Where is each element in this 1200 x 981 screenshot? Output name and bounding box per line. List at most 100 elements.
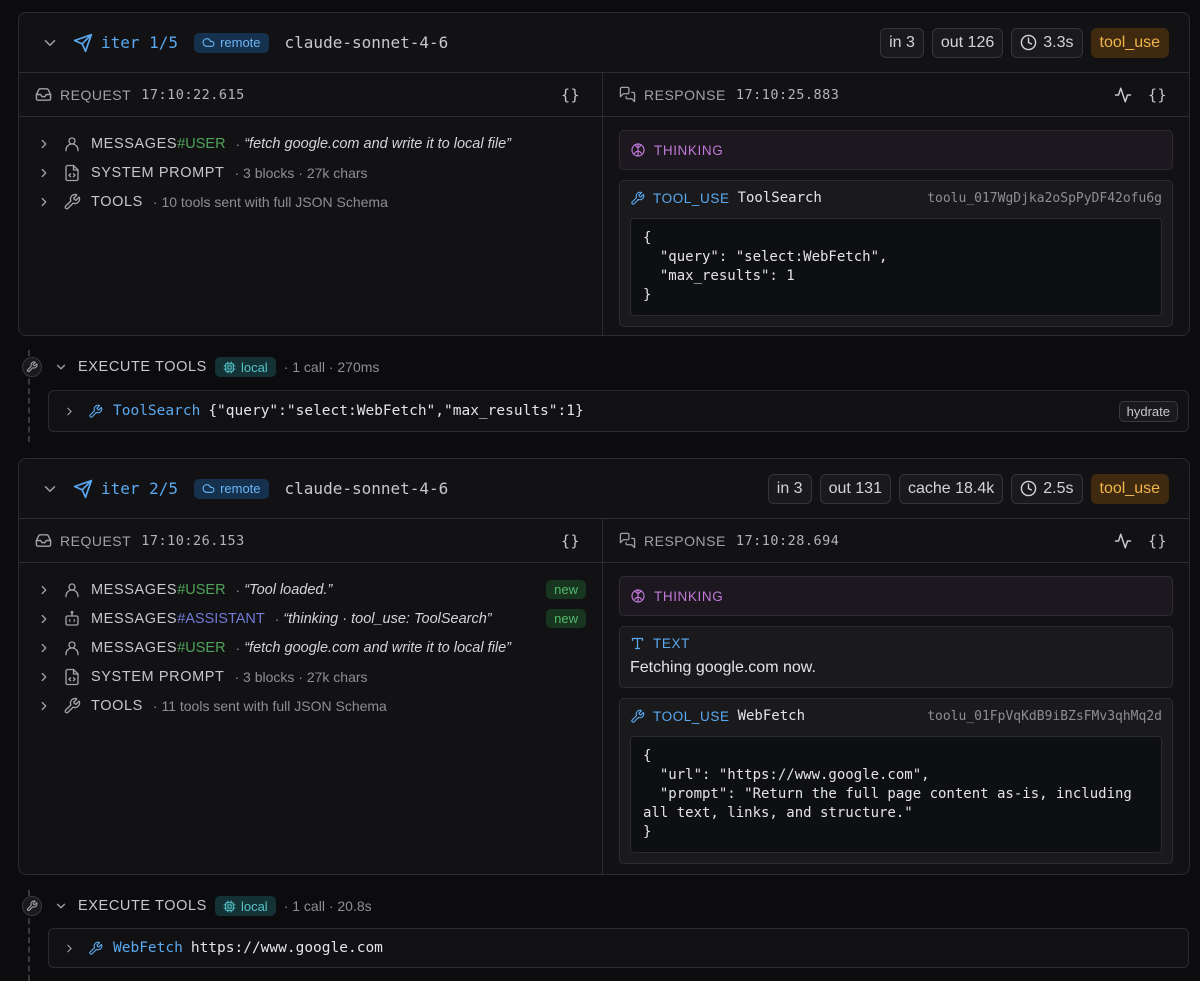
request-row-messages[interactable]: MESSAGES #USER · “fetch google.com and w… (37, 633, 586, 662)
row-separator: · (235, 135, 241, 152)
input-tokens-stat: in 3 (880, 27, 924, 58)
iteration-header[interactable]: iter 2/5 remote claude-sonnet-4-6 in 3 o… (19, 459, 1189, 519)
row-meta: · 3 blocks · 27k chars (234, 164, 368, 181)
text-block: TEXT Fetching google.com now. (619, 626, 1173, 688)
tool-call-row[interactable]: WebFetch https://www.google.com (48, 928, 1189, 968)
inbox-icon (35, 88, 52, 101)
tool-use-tag: TOOL_USE (653, 708, 730, 724)
thinking-block[interactable]: THINKING (619, 576, 1173, 616)
tool-input-json: { "query": "select:WebFetch", "max_resul… (630, 218, 1162, 316)
row-meta: · 10 tools sent with full JSON Schema (152, 193, 388, 210)
row-label: TOOLS (91, 697, 143, 714)
tool-call-args: {"query":"select:WebFetch","max_results"… (208, 403, 584, 419)
message-preview: “thinking · tool_use: ToolSearch” (283, 610, 492, 627)
request-row-messages[interactable]: MESSAGES #USER · “fetch google.com and w… (37, 129, 586, 158)
wrench-icon (64, 193, 81, 209)
new-badge: new (546, 609, 586, 628)
cloud-icon (202, 38, 215, 47)
request-row-messages[interactable]: MESSAGES #USER · “Tool loaded.” new (37, 575, 586, 604)
wrench-icon (26, 900, 38, 912)
request-row-tools[interactable]: TOOLS · 11 tools sent with full JSON Sch… (37, 691, 586, 720)
tool-use-block: TOOL_USE ToolSearch toolu_017WgDjka2oSpP… (619, 180, 1173, 327)
request-header: REQUEST 17:10:26.153 {} (19, 519, 602, 563)
request-row-system-prompt[interactable]: SYSTEM PROMPT · 3 blocks · 27k chars (37, 662, 586, 691)
model-name: claude-sonnet-4-6 (284, 479, 449, 498)
hydrate-badge[interactable]: hydrate (1118, 400, 1178, 422)
tool-input-json: { "url": "https://www.google.com", "prom… (630, 736, 1162, 853)
chevron-down-icon[interactable] (41, 480, 59, 498)
duration-value: 2.5s (1043, 479, 1074, 497)
wrench-icon (26, 361, 38, 373)
thinking-block[interactable]: THINKING (619, 130, 1173, 170)
request-row-system-prompt[interactable]: SYSTEM PROMPT · 3 blocks · 27k chars (37, 158, 586, 187)
stop-reason-badge: tool_use (1090, 473, 1169, 504)
request-timestamp: 17:10:26.153 (141, 532, 245, 549)
row-separator: · (235, 581, 241, 598)
file-code-icon (65, 668, 79, 685)
execute-tools-header[interactable]: EXECUTE TOOLS local · 1 call · 20.8s (22, 894, 372, 918)
chevron-right-icon (41, 614, 47, 623)
execute-meta: · 1 call · 270ms (283, 359, 380, 375)
iteration-card-2: iter 2/5 remote claude-sonnet-4-6 in 3 o… (18, 458, 1190, 875)
row-label: MESSAGES (91, 639, 178, 656)
send-icon (73, 479, 93, 498)
bot-icon (65, 610, 79, 626)
brain-icon (631, 143, 645, 157)
tool-call-args: https://www.google.com (190, 940, 383, 956)
request-row-messages[interactable]: MESSAGES #ASSISTANT · “thinking · tool_u… (37, 604, 586, 633)
raw-json-button[interactable]: {} (1148, 532, 1167, 550)
chevron-down-icon[interactable] (54, 360, 68, 374)
activity-icon[interactable] (1114, 86, 1132, 104)
response-header: RESPONSE 17:10:25.883 {} (603, 73, 1189, 117)
iteration-header[interactable]: iter 1/5 remote claude-sonnet-4-6 in 3 o… (19, 13, 1189, 73)
local-badge: local (214, 357, 276, 377)
tool-call-name: ToolSearch (113, 403, 201, 419)
remote-badge-label: remote (220, 481, 261, 496)
new-badge: new (546, 580, 586, 599)
execute-tools-title: EXECUTE TOOLS (78, 359, 207, 375)
raw-json-button[interactable]: {} (1148, 86, 1167, 104)
message-preview: “fetch google.com and write it to local … (244, 639, 511, 656)
duration-stat: 2.5s (1011, 473, 1083, 504)
execute-tools-title: EXECUTE TOOLS (78, 898, 207, 914)
brain-icon (631, 589, 645, 603)
response-timestamp: 17:10:28.694 (735, 532, 840, 549)
remote-badge-label: remote (220, 35, 261, 50)
role-tag: #ASSISTANT (177, 610, 265, 627)
iteration-label: iter 1/5 (101, 33, 179, 52)
local-badge-label: local (240, 359, 268, 375)
tool-name: WebFetch (737, 708, 806, 724)
raw-json-button[interactable]: {} (561, 86, 580, 104)
tool-use-id: toolu_017WgDjka2oSpPyDF42ofu6g (927, 190, 1162, 206)
chevron-down-icon[interactable] (41, 34, 59, 52)
stop-reason-badge: tool_use (1090, 27, 1169, 58)
raw-json-button[interactable]: {} (561, 532, 580, 550)
text-icon (631, 637, 644, 650)
response-header: RESPONSE 17:10:28.694 {} (603, 519, 1189, 563)
chevron-right-icon (67, 944, 72, 952)
model-name: claude-sonnet-4-6 (284, 33, 449, 52)
activity-icon[interactable] (1114, 532, 1132, 550)
input-tokens-stat: in 3 (767, 473, 812, 504)
chat-icon (619, 532, 636, 549)
clock-icon (1020, 34, 1037, 51)
chevron-down-icon[interactable] (54, 899, 68, 913)
role-tag: #USER (177, 135, 226, 152)
tool-name: ToolSearch (737, 190, 822, 206)
request-row-tools[interactable]: TOOLS · 10 tools sent with full JSON Sch… (37, 187, 586, 216)
thinking-label: THINKING (654, 588, 724, 604)
execute-tools-header[interactable]: EXECUTE TOOLS local · 1 call · 270ms (22, 355, 379, 379)
request-title: REQUEST (60, 86, 132, 103)
tool-call-row[interactable]: ToolSearch {"query":"select:WebFetch","m… (48, 390, 1189, 432)
response-timestamp: 17:10:25.883 (735, 86, 840, 103)
message-preview: “Tool loaded.” (244, 581, 333, 598)
chevron-right-icon (67, 407, 72, 415)
request-pane: REQUEST 17:10:22.615 {} MESSAGES #USER ·… (19, 73, 603, 335)
local-badge-label: local (240, 898, 268, 914)
tool-use-tag: TOOL_USE (653, 190, 730, 206)
tool-use-id: toolu_01FpVqKdB9iBZsFMv3qhMq2d (927, 708, 1162, 724)
tool-use-block: TOOL_USE WebFetch toolu_01FpVqKdB9iBZsFM… (619, 698, 1173, 864)
wrench-icon (89, 404, 103, 418)
timeline-node (22, 357, 42, 377)
response-title: RESPONSE (644, 86, 726, 103)
